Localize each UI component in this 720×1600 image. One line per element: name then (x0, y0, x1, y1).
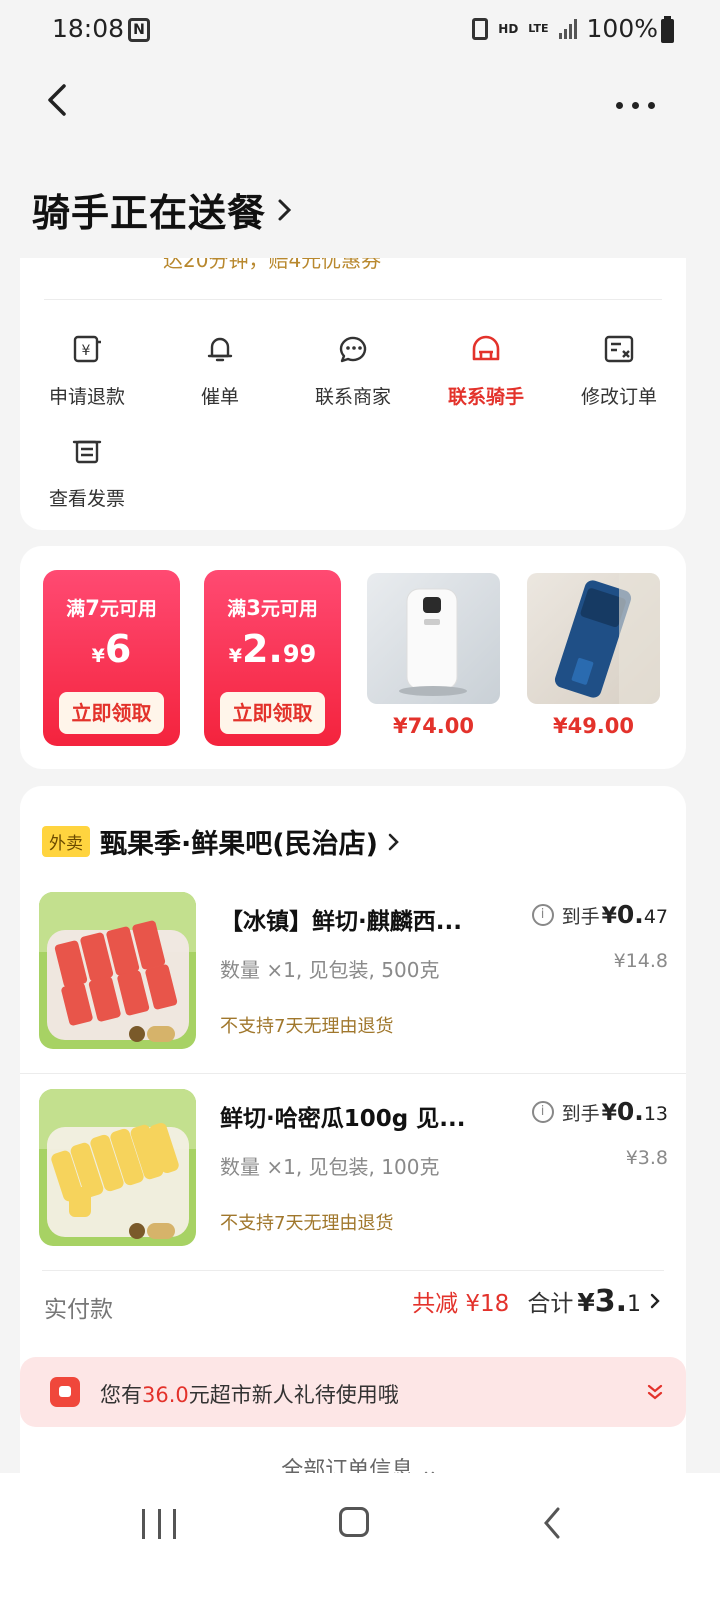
compensation-notice: 达20分钟，赔4元优惠券 (163, 258, 382, 272)
return-policy: 不支持7天无理由退货 (220, 1016, 394, 1037)
system-nav-bar (0, 1473, 720, 1600)
watermelon-image (39, 892, 196, 1049)
hd-indicator: HD (498, 21, 519, 36)
order-status-header[interactable]: 骑手正在送餐 (32, 182, 296, 237)
refund-button[interactable]: ¥ 申请退款 (20, 332, 154, 409)
contact-merchant-label: 联系商家 (314, 386, 391, 408)
urge-order-label: 催单 (200, 386, 239, 408)
coupon-condition: 满7元可用 (66, 596, 157, 620)
back-button[interactable] (36, 78, 80, 122)
white-power-bank-image[interactable] (367, 573, 500, 704)
shop-link[interactable]: 外卖 甄果季·鲜果吧(民治店) (42, 822, 402, 861)
page-title: 骑手正在送餐 (32, 191, 267, 235)
sum-label: 合计 (527, 1291, 574, 1317)
order-actions-card: 达20分钟，赔4元优惠券 ¥ 申请退款 催单 联系商家 联系骑手 修改订单 查看… (20, 258, 686, 530)
paid-price: i 到手 ¥ 0. 13 (531, 1097, 668, 1126)
status-time: 18:08 (52, 14, 125, 43)
modify-order-label: 修改订单 (580, 386, 657, 408)
coupon-value: ¥2.99 (228, 627, 317, 671)
refund-icon: ¥ (73, 335, 101, 363)
bell-icon (207, 337, 233, 362)
sum-amount: 3. (594, 1284, 627, 1319)
contact-rider-button[interactable]: 联系骑手 (419, 332, 553, 409)
item-spec: 数量 ×1, 见包装, 500克 (220, 958, 440, 982)
view-invoice-label: 查看发票 (48, 488, 125, 510)
view-invoice-button[interactable]: 查看发票 (20, 434, 154, 511)
home-button[interactable] (339, 1507, 369, 1537)
coupon-condition: 满3元可用 (227, 596, 318, 620)
divider (20, 1073, 686, 1074)
product-price: ¥74.00 (392, 714, 475, 738)
nfc-icon: N (128, 18, 150, 42)
signal-icon (558, 18, 577, 39)
gift-amount: 36.0 (142, 1383, 189, 1407)
order-item[interactable]: 鲜切·哈密瓜100g 见... 数量 ×1, 见包装, 100克 不支持7天无理… (20, 1089, 686, 1285)
payment-summary[interactable]: 实付款 共减 ¥18 合计 ¥ 3. 1 (20, 1282, 686, 1332)
coupon-value: ¥6 (91, 627, 132, 671)
contact-rider-label: 联系骑手 (447, 386, 524, 408)
back-arrow-icon (48, 84, 66, 116)
status-indicators: HD LTE 100% (472, 14, 658, 43)
original-price: ¥3.8 (625, 1147, 668, 1169)
chevron-right-icon (388, 833, 399, 850)
takeout-tag: 外卖 (42, 826, 90, 857)
nav-back-icon[interactable] (540, 1505, 564, 1541)
lte-indicator: LTE (528, 21, 549, 35)
invoice-icon (72, 440, 102, 464)
battery-saver-icon (472, 17, 489, 40)
banner-text: 您有36.0元超市新人礼待使用哦 (100, 1383, 399, 1407)
item-title: 【冰镇】鲜切·麒麟西... (220, 909, 462, 935)
svg-text:¥: ¥ (82, 343, 91, 359)
refund-label: 申请退款 (48, 386, 125, 408)
battery-percent: 100% (586, 14, 658, 43)
divider (44, 299, 662, 300)
modify-order-button[interactable]: 修改订单 (552, 332, 686, 409)
product-price: ¥49.00 (552, 714, 635, 738)
order-item[interactable]: 【冰镇】鲜切·麒麟西... 数量 ×1, 见包装, 500克 不支持7天无理由退… (20, 892, 686, 1088)
recents-button[interactable] (142, 1509, 176, 1539)
item-spec: 数量 ×1, 见包装, 100克 (220, 1155, 440, 1179)
coupon-card[interactable]: 满7元可用 ¥6 立即领取 (43, 570, 180, 746)
gift-icon (50, 1377, 80, 1407)
item-title: 鲜切·哈密瓜100g 见... (220, 1106, 466, 1132)
edit-order-icon (604, 335, 634, 363)
promo-card: 满7元可用 ¥6 立即领取 满3元可用 ¥2.99 立即领取 ¥74.00 ¥4… (20, 546, 686, 769)
double-chevron-down-icon[interactable] (646, 1381, 664, 1403)
more-options-button[interactable] (616, 90, 666, 120)
cantaloupe-image (39, 1089, 196, 1246)
claim-coupon-button[interactable]: 立即领取 (59, 692, 164, 734)
shop-name: 甄果季·鲜果吧(民治店) (100, 829, 378, 860)
info-icon[interactable]: i (531, 903, 554, 926)
blue-power-bank-image[interactable] (527, 573, 660, 704)
rider-helmet-icon (472, 335, 500, 361)
battery-icon (661, 16, 674, 43)
urge-order-button[interactable]: 催单 (153, 332, 287, 409)
divider (42, 1270, 664, 1271)
discount-amount: 共减 ¥18 (412, 1291, 510, 1317)
status-bar: 18:08 N HD LTE 100% (0, 0, 720, 62)
merchant-chat-icon (339, 336, 367, 363)
contact-merchant-button[interactable]: 联系商家 (286, 332, 420, 409)
chevron-right-icon (278, 199, 292, 220)
coupon-card[interactable]: 满3元可用 ¥2.99 立即领取 (204, 570, 341, 746)
claim-coupon-button[interactable]: 立即领取 (220, 692, 325, 734)
chevron-right-icon (650, 1293, 660, 1309)
info-icon[interactable]: i (531, 1100, 554, 1123)
paid-price: i 到手 ¥ 0. 47 (531, 900, 668, 929)
original-price: ¥14.8 (613, 950, 668, 972)
total-label: 实付款 (44, 1297, 113, 1323)
return-policy: 不支持7天无理由退货 (220, 1213, 394, 1234)
newcomer-gift-banner[interactable]: 您有36.0元超市新人礼待使用哦 (20, 1357, 686, 1427)
